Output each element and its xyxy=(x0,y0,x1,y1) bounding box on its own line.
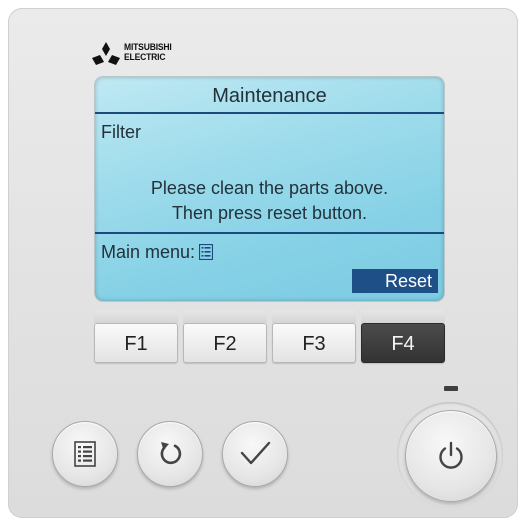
f2-key-top xyxy=(183,310,267,323)
f2-button[interactable]: F2 xyxy=(183,323,267,363)
return-arrow-icon xyxy=(160,442,182,465)
power-indicator-led xyxy=(444,386,458,391)
power-button[interactable] xyxy=(405,410,497,502)
message-line-2: Then press reset button. xyxy=(171,203,368,223)
screen-title: Maintenance xyxy=(212,85,327,107)
return-button[interactable] xyxy=(137,421,203,487)
f4-key-top xyxy=(361,310,445,323)
f3-button[interactable]: F3 xyxy=(272,323,356,363)
footer-divider xyxy=(95,232,444,234)
lcd-screen: Maintenance Filter Please clean the part… xyxy=(95,77,444,301)
power-icon xyxy=(439,441,463,469)
main-menu-label: Main menu: xyxy=(101,242,196,262)
title-divider xyxy=(95,112,444,114)
checkmark-icon xyxy=(240,441,271,465)
f1-button[interactable]: F1 xyxy=(94,323,178,363)
three-diamonds-icon xyxy=(92,42,120,65)
brand-line-2: ELECTRIC xyxy=(124,51,166,63)
confirm-button[interactable] xyxy=(222,421,288,487)
mitsubishi-electric-logo: MITSUBISHI ELECTRIC xyxy=(92,42,212,72)
menu-icon xyxy=(74,441,96,467)
menu-button[interactable] xyxy=(52,421,118,487)
maintenance-item: Filter xyxy=(101,122,141,142)
f1-key-top xyxy=(94,310,178,323)
message-line-1: Please clean the parts above. xyxy=(150,178,389,198)
f4-button[interactable]: F4 xyxy=(361,323,445,363)
f3-key-top xyxy=(272,310,356,323)
reset-softkey-label: Reset xyxy=(352,269,438,293)
menu-icon xyxy=(198,243,214,261)
main-menu-hint: Main menu: xyxy=(101,242,214,263)
